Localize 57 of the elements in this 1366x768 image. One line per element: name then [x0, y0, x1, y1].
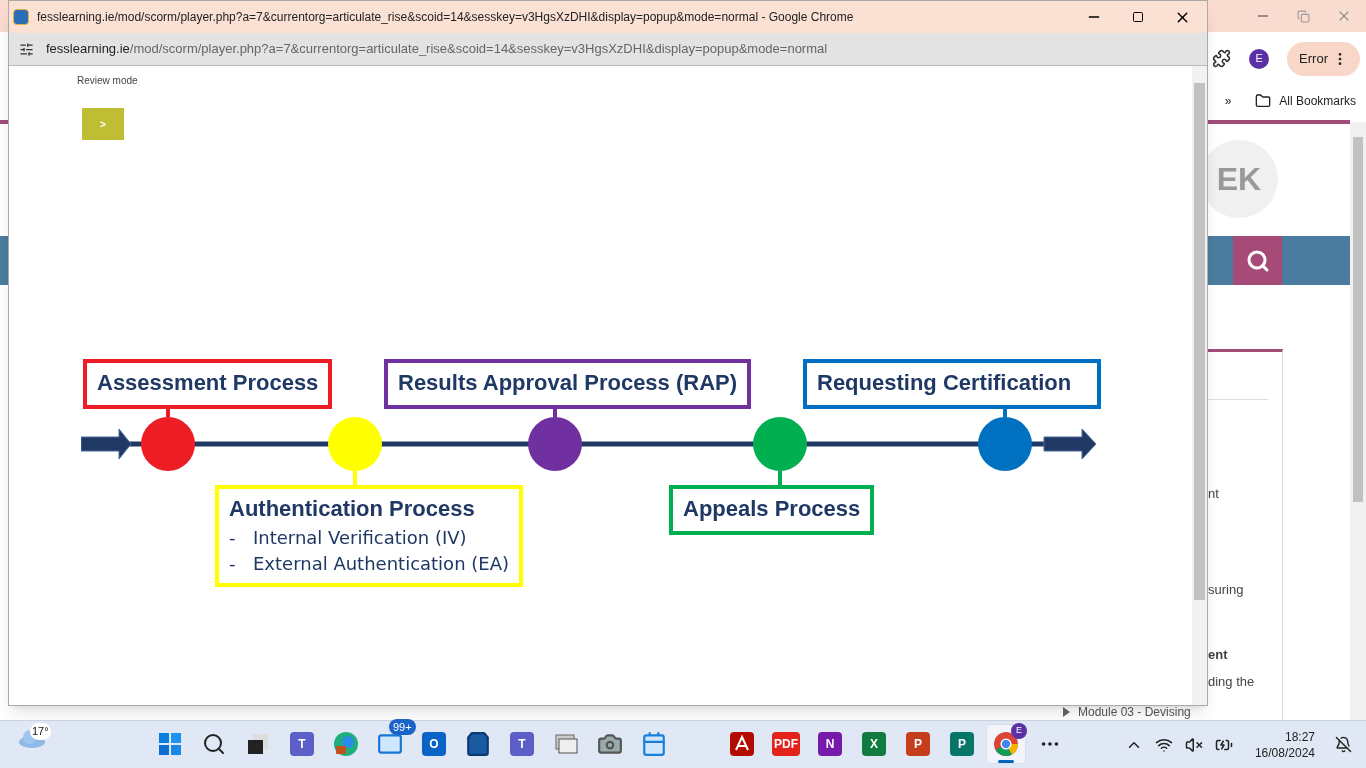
all-bookmarks-link[interactable]: All Bookmarks	[1255, 92, 1356, 110]
dash-bullet: -	[229, 526, 237, 550]
card-text: ent	[1208, 646, 1229, 664]
app-tile-icon[interactable]: PDF	[772, 732, 800, 756]
process-title: Authentication Process	[229, 495, 475, 523]
camera-icon[interactable]	[597, 731, 623, 757]
error-button[interactable]: Error	[1287, 41, 1360, 76]
windows-start-icon[interactable]	[158, 732, 182, 756]
site-settings-icon[interactable]	[19, 41, 34, 57]
maximize-icon[interactable]	[1132, 11, 1144, 23]
muted-speaker-icon[interactable]	[1184, 735, 1203, 754]
notifications-icon[interactable]	[1335, 736, 1352, 753]
profile-avatar[interactable]: E	[1249, 48, 1270, 69]
app-tile-icon[interactable]: T	[510, 732, 534, 756]
process-title: Appeals Process	[683, 495, 861, 523]
app-tile-icon[interactable]: O	[422, 732, 446, 756]
app-tile-icon[interactable]: P	[950, 732, 974, 756]
url-text: fesslearning.ie/mod/scorm/player.php?a=7&currentorg=articulate_rise&scoid=14&sesskey=v3HgsXzDHI&display=popup&mode=normal	[46, 40, 828, 59]
search-icon[interactable]	[202, 732, 226, 756]
profile-badge: E	[1011, 723, 1027, 739]
sub-step-text: Internal Verification (IV)	[253, 526, 467, 550]
bookmarks-overflow[interactable]: »	[1224, 92, 1232, 110]
app-tile-icon[interactable]: P	[906, 732, 930, 756]
site-favicon-icon	[13, 9, 29, 25]
app-tile-icon[interactable]: N	[818, 732, 842, 756]
calendar-icon[interactable]	[641, 731, 667, 757]
mail-icon[interactable]	[377, 731, 403, 757]
clock-date[interactable]: 16/08/2024	[1254, 744, 1315, 761]
card-text: suring	[1208, 580, 1245, 599]
sub-step-text: External Authentication (EA)	[253, 552, 509, 576]
app-tile-icon[interactable]: X	[862, 732, 886, 756]
address-bar[interactable]: fesslearning.ie/mod/scorm/player.php?a=7&currentorg=articulate_rise&scoid=14&sesskey=v3HgsXzDHI&display=popup&mode=normal	[9, 33, 1207, 66]
card-text: ding the	[1208, 672, 1256, 691]
search-icon	[1245, 248, 1270, 273]
browser-swirl-icon[interactable]	[333, 731, 359, 757]
dash-bullet: -	[229, 552, 237, 576]
store-bag-icon[interactable]	[465, 731, 491, 757]
timeline-end-arrow	[1043, 428, 1097, 460]
clock-time[interactable]: 18:27	[1284, 728, 1315, 745]
temperature-text: 17°	[30, 723, 51, 740]
folder-icon	[1255, 93, 1272, 109]
pdf-reader-icon[interactable]	[730, 732, 754, 756]
notification-badge: 99+	[389, 719, 416, 735]
task-view-icon[interactable]	[246, 732, 270, 756]
process-title: Results Approval Process (RAP)	[398, 369, 738, 397]
process-title: Assessment Process	[97, 369, 319, 397]
app-tile-icon[interactable]: T	[290, 732, 314, 756]
timeline-start-arrow	[81, 428, 132, 460]
module-link[interactable]: Module 03 - Devising	[1078, 705, 1191, 719]
card-text: nt	[1208, 485, 1220, 503]
window-title: fesslearning.ie/mod/scorm/player.php?a=7&currentorg=articulate_rise&scoid=14&sesskey=v3HgsXzDHI&display=popup&mode=normal - Google Chrome	[37, 9, 854, 26]
chrome-icon[interactable]	[993, 731, 1019, 757]
review-mode-label: Review mode	[77, 74, 139, 88]
folder-stack-icon[interactable]	[554, 733, 578, 755]
search-button[interactable]	[1233, 236, 1282, 285]
extensions-icon[interactable]	[1212, 49, 1232, 68]
process-title: Requesting Certification	[817, 369, 1072, 397]
